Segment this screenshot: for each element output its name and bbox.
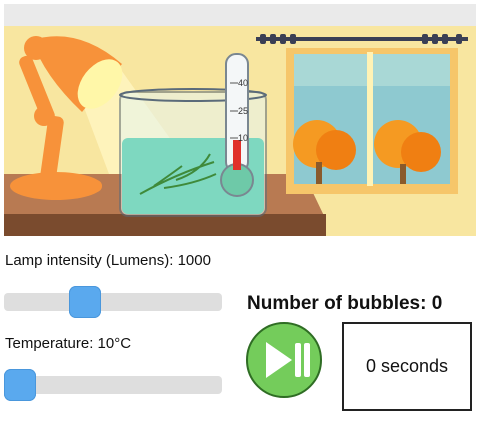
thermometer: 40 25 10 xyxy=(220,53,254,197)
lamp-intensity-slider-thumb[interactable] xyxy=(69,286,101,318)
timer-display: 0 seconds xyxy=(342,322,472,411)
thermometer-tick: 40 xyxy=(238,78,248,88)
temperature-slider[interactable] xyxy=(4,369,222,401)
temperature-slider-thumb[interactable] xyxy=(4,369,36,401)
bubble-count: Number of bubbles: 0 xyxy=(247,293,443,314)
thermometer-tick: 25 xyxy=(238,106,248,116)
temperature-label: Temperature: 10°C xyxy=(5,335,132,352)
window xyxy=(286,48,458,194)
lamp-intensity-label: Lamp intensity (Lumens): 1000 xyxy=(5,252,211,269)
thermometer-tick: 10 xyxy=(238,133,248,143)
timer-text: 0 seconds xyxy=(365,356,449,376)
experiment-scene: 40 25 10 xyxy=(4,26,476,236)
table-front xyxy=(4,214,326,236)
play-pause-icon xyxy=(266,342,310,378)
play-pause-button[interactable] xyxy=(246,322,322,398)
lamp-intensity-slider[interactable] xyxy=(4,286,222,318)
